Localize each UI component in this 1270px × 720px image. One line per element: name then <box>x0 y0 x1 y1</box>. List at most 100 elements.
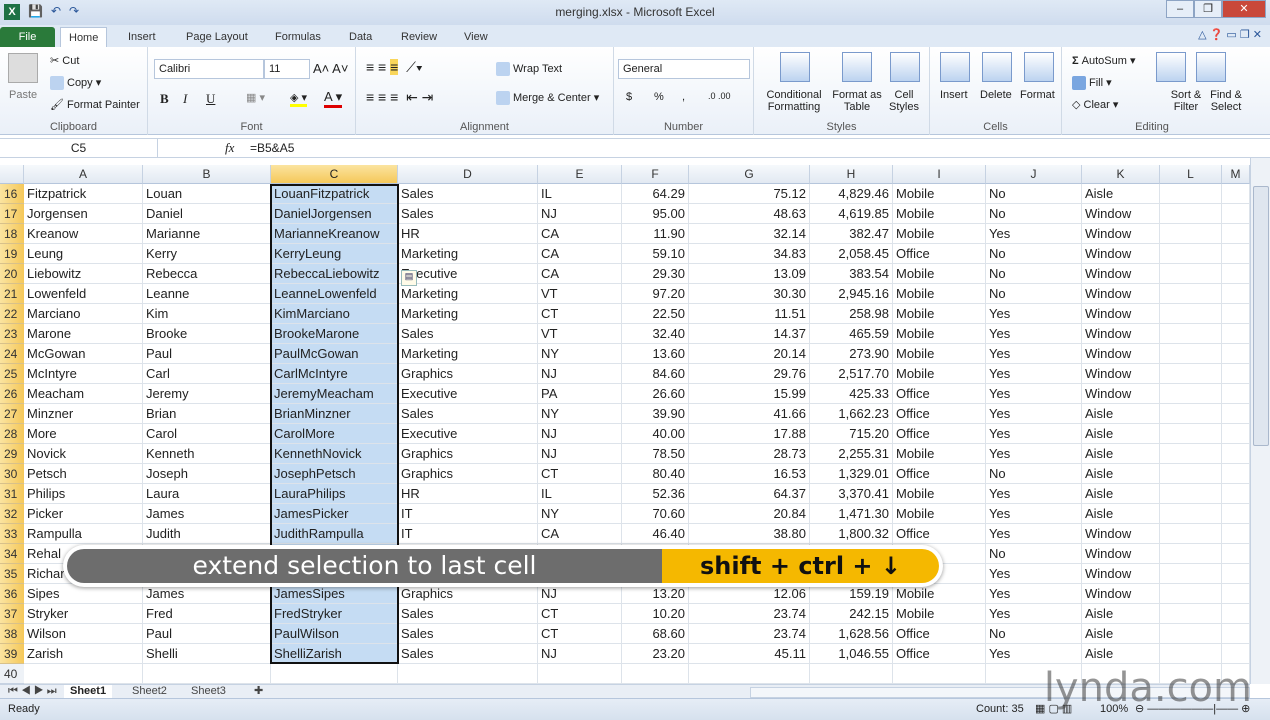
cell-l31[interactable] <box>1160 484 1222 504</box>
cell-c32[interactable]: JamesPicker <box>271 504 398 524</box>
cell-i24[interactable]: Mobile <box>893 344 986 364</box>
cell-f23[interactable]: 32.40 <box>622 324 689 344</box>
minimize-button[interactable]: – <box>1166 0 1194 18</box>
column-header-g[interactable]: G <box>689 165 810 184</box>
cell-g19[interactable]: 34.83 <box>689 244 810 264</box>
tab-insert[interactable]: Insert <box>120 27 164 47</box>
cell-d38[interactable]: Sales <box>398 624 538 644</box>
row-header[interactable]: 37 <box>0 604 24 624</box>
cell-a16[interactable]: Fitzpatrick <box>24 184 143 204</box>
cell-f38[interactable]: 68.60 <box>622 624 689 644</box>
cell-b38[interactable]: Paul <box>143 624 271 644</box>
cell-a40[interactable] <box>24 664 143 684</box>
cell-d30[interactable]: Graphics <box>398 464 538 484</box>
font-color-icon[interactable]: A ▾ <box>324 89 343 108</box>
cell-c22[interactable]: KimMarciano <box>271 304 398 324</box>
row-header[interactable]: 26 <box>0 384 24 404</box>
cell-g30[interactable]: 16.53 <box>689 464 810 484</box>
cell-g27[interactable]: 41.66 <box>689 404 810 424</box>
cell-l34[interactable] <box>1160 544 1222 564</box>
cell-j18[interactable]: Yes <box>986 224 1082 244</box>
cell-e23[interactable]: VT <box>538 324 622 344</box>
tab-formulas[interactable]: Formulas <box>267 27 329 47</box>
cell-h36[interactable]: 159.19 <box>810 584 893 604</box>
cell-b22[interactable]: Kim <box>143 304 271 324</box>
cell-k37[interactable]: Aisle <box>1082 604 1160 624</box>
cell-g36[interactable]: 12.06 <box>689 584 810 604</box>
cell-b20[interactable]: Rebecca <box>143 264 271 284</box>
column-header-m[interactable]: M <box>1222 165 1250 184</box>
cell-b16[interactable]: Louan <box>143 184 271 204</box>
cell-m23[interactable] <box>1222 324 1250 344</box>
row-header[interactable]: 21 <box>0 284 24 304</box>
cell-i40[interactable] <box>893 664 986 684</box>
vertical-align-icons[interactable]: ≡ ≡ ≡ ⟋▾ <box>366 59 423 76</box>
cell-b30[interactable]: Joseph <box>143 464 271 484</box>
cell-f16[interactable]: 64.29 <box>622 184 689 204</box>
cell-g18[interactable]: 32.14 <box>689 224 810 244</box>
cell-h19[interactable]: 2,058.45 <box>810 244 893 264</box>
cell-m21[interactable] <box>1222 284 1250 304</box>
cell-k34[interactable]: Window <box>1082 544 1160 564</box>
cell-f30[interactable]: 80.40 <box>622 464 689 484</box>
cell-c24[interactable]: PaulMcGowan <box>271 344 398 364</box>
cell-l27[interactable] <box>1160 404 1222 424</box>
cell-b25[interactable]: Carl <box>143 364 271 384</box>
cell-h23[interactable]: 465.59 <box>810 324 893 344</box>
cell-m24[interactable] <box>1222 344 1250 364</box>
cell-c30[interactable]: JosephPetsch <box>271 464 398 484</box>
row-header[interactable]: 29 <box>0 444 24 464</box>
cell-c19[interactable]: KerryLeung <box>271 244 398 264</box>
cell-j17[interactable]: No <box>986 204 1082 224</box>
cell-e27[interactable]: NY <box>538 404 622 424</box>
cell-j33[interactable]: Yes <box>986 524 1082 544</box>
cell-k36[interactable]: Window <box>1082 584 1160 604</box>
spreadsheet-grid[interactable]: A B C D E F G H I J K L M 16 Fitzpatrick Louan LouanFitz… <box>0 165 1250 684</box>
cell-e16[interactable]: IL <box>538 184 622 204</box>
comma-button[interactable]: , <box>682 91 685 103</box>
row-header[interactable]: 24 <box>0 344 24 364</box>
cell-i18[interactable]: Mobile <box>893 224 986 244</box>
cell-c40[interactable] <box>271 664 398 684</box>
currency-button[interactable]: $ <box>626 91 632 103</box>
cell-b24[interactable]: Paul <box>143 344 271 364</box>
cell-k18[interactable]: Window <box>1082 224 1160 244</box>
cell-i33[interactable]: Office <box>893 524 986 544</box>
cell-e39[interactable]: NJ <box>538 644 622 664</box>
cell-b37[interactable]: Fred <box>143 604 271 624</box>
cell-e20[interactable]: CA <box>538 264 622 284</box>
paste-button[interactable]: Paste <box>9 89 37 101</box>
select-all-corner[interactable] <box>0 165 24 184</box>
cell-a17[interactable]: Jorgensen <box>24 204 143 224</box>
cell-m33[interactable] <box>1222 524 1250 544</box>
row-header[interactable]: 35 <box>0 564 24 584</box>
cell-j25[interactable]: Yes <box>986 364 1082 384</box>
cell-l35[interactable] <box>1160 564 1222 584</box>
tab-home[interactable]: Home <box>60 27 108 47</box>
cell-l30[interactable] <box>1160 464 1222 484</box>
cell-h30[interactable]: 1,329.01 <box>810 464 893 484</box>
cell-d28[interactable]: Executive <box>398 424 538 444</box>
cell-d26[interactable]: Executive <box>398 384 538 404</box>
cell-c37[interactable]: FredStryker <box>271 604 398 624</box>
cell-e17[interactable]: NJ <box>538 204 622 224</box>
cell-d25[interactable]: Graphics <box>398 364 538 384</box>
cell-l18[interactable] <box>1160 224 1222 244</box>
cell-m17[interactable] <box>1222 204 1250 224</box>
cell-k20[interactable]: Window <box>1082 264 1160 284</box>
cell-m19[interactable] <box>1222 244 1250 264</box>
cell-k24[interactable]: Window <box>1082 344 1160 364</box>
cell-d31[interactable]: HR <box>398 484 538 504</box>
cell-e36[interactable]: NJ <box>538 584 622 604</box>
row-header[interactable]: 23 <box>0 324 24 344</box>
cell-m35[interactable] <box>1222 564 1250 584</box>
cell-i20[interactable]: Mobile <box>893 264 986 284</box>
cell-j21[interactable]: No <box>986 284 1082 304</box>
cell-g29[interactable]: 28.73 <box>689 444 810 464</box>
cell-l25[interactable] <box>1160 364 1222 384</box>
cell-h20[interactable]: 383.54 <box>810 264 893 284</box>
cell-k16[interactable]: Aisle <box>1082 184 1160 204</box>
row-header[interactable]: 28 <box>0 424 24 444</box>
sort-filter-button[interactable]: Sort & Filter <box>1166 89 1206 113</box>
cell-h37[interactable]: 242.15 <box>810 604 893 624</box>
